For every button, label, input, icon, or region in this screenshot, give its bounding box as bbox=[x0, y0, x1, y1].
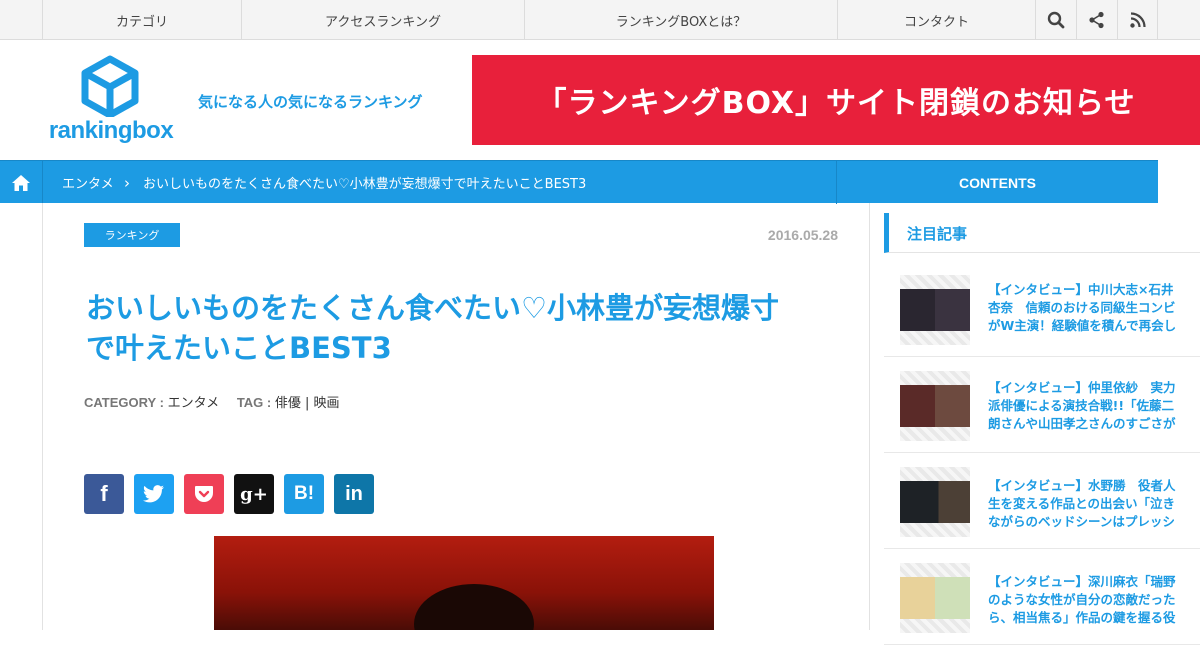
site-logo[interactable]: rankingbox bbox=[46, 55, 176, 151]
sidebar-article-title[interactable]: 【インタビュー】深川麻衣「瑞野 のような女性が自分の恋敵だった ら、相当焦る」作… bbox=[988, 573, 1188, 627]
hatena-icon: B! bbox=[293, 483, 315, 504]
photo-subject bbox=[414, 584, 534, 630]
search-icon[interactable] bbox=[1035, 0, 1076, 40]
article-title-line: で叶えたいことBEST3 bbox=[86, 331, 392, 365]
contents-button[interactable]: CONTENTS bbox=[836, 161, 1158, 204]
sidebar-article[interactable]: 【インタビュー】水野勝 役者人 生を変える作品との出会い「泣き ながらのベッドシ… bbox=[884, 453, 1200, 549]
sidebar-heading: 注目記事 bbox=[884, 213, 1200, 253]
sidebar-article-title[interactable]: 【インタビュー】水野勝 役者人 生を変える作品との出会い「泣き ながらのベッドシ… bbox=[988, 477, 1188, 531]
breadcrumb-current: おいしいものをたくさん食べたい♡小林豊が妄想爆寸で叶えたいことBEST3 bbox=[143, 161, 586, 204]
title-line: 派俳優による演技合戦!!「佐藤二 bbox=[988, 398, 1175, 413]
box-logo-icon bbox=[81, 55, 139, 119]
breadcrumb-category[interactable]: エンタメ bbox=[62, 161, 114, 204]
title-line: 生を変える作品との出会い「泣き bbox=[988, 496, 1176, 511]
rss-icon[interactable] bbox=[1117, 0, 1158, 40]
tag-label: TAG : bbox=[236, 395, 272, 410]
banner-text: 「ランキングBOX」サイト閉鎖のお知らせ bbox=[536, 86, 1136, 121]
site-header: rankingbox 気になる人の気になるランキング 「ランキングBOX」サイト… bbox=[0, 41, 1200, 160]
title-line: ら、相当焦る」作品の鍵を握る役 bbox=[988, 610, 1176, 625]
facebook-icon: f bbox=[100, 481, 108, 506]
sidebar-article[interactable]: 【インタビュー】仲里依紗 実力 派俳優による演技合戦!!「佐藤二 朗さんや山田孝… bbox=[884, 357, 1200, 453]
logo-wordmark: rankingbox bbox=[48, 117, 174, 144]
pocket-share-button[interactable]: p bbox=[184, 474, 224, 514]
article-thumbnail[interactable] bbox=[900, 467, 970, 537]
closure-notice-banner[interactable]: 「ランキングBOX」サイト閉鎖のお知らせ bbox=[472, 55, 1200, 145]
nav-item-access-ranking[interactable]: アクセスランキング bbox=[241, 0, 524, 40]
linkedin-icon: in bbox=[345, 482, 363, 505]
nav-label: コンタクト bbox=[903, 14, 969, 30]
article-main-image bbox=[214, 536, 714, 630]
site-tagline: 気になる人の気になるランキング bbox=[198, 93, 423, 111]
sidebar-heading-text: 注目記事 bbox=[907, 225, 968, 243]
category-badge[interactable]: ランキング bbox=[84, 223, 180, 247]
badge-label: ランキング bbox=[104, 229, 160, 242]
share-icon[interactable] bbox=[1076, 0, 1117, 40]
hatena-bookmark-button[interactable]: B! bbox=[284, 474, 324, 514]
twitter-icon bbox=[143, 485, 164, 503]
sidebar-article-title[interactable]: 【インタビュー】中川大志×石井 杏奈 信頼のおける同級生コンビ がW主演！経験値… bbox=[988, 281, 1188, 335]
divider bbox=[42, 203, 43, 630]
article-thumbnail[interactable] bbox=[900, 563, 970, 633]
title-line: 【インタビュー】中川大志×石井 bbox=[988, 282, 1174, 297]
contents-label: CONTENTS bbox=[959, 174, 1036, 191]
nav-item-category[interactable]: カテゴリ bbox=[42, 0, 241, 40]
google-plus-icon: g+ bbox=[240, 483, 268, 505]
twitter-share-button[interactable]: t bbox=[134, 474, 174, 514]
article-title-line: おいしいものをたくさん食べたい♡小林豊が妄想爆寸 bbox=[86, 291, 779, 325]
divider bbox=[869, 203, 870, 630]
title-line: ながらのベッドシーンはプレッシ bbox=[988, 514, 1175, 529]
breadcrumb-separator: › bbox=[124, 173, 130, 192]
linkedin-share-button[interactable]: in bbox=[334, 474, 374, 514]
post-date: 2016.05.28 bbox=[767, 227, 838, 243]
chevron-right-icon: › bbox=[124, 161, 130, 204]
title-line: 杏奈 信頼のおける同級生コンビ bbox=[988, 300, 1176, 315]
home-icon[interactable] bbox=[0, 161, 43, 204]
article-thumbnail[interactable] bbox=[900, 275, 970, 345]
title-line: 【インタビュー】深川麻衣「瑞野 bbox=[988, 574, 1176, 589]
breadcrumb-current-label: おいしいものをたくさん食べたい♡小林豊が妄想爆寸で叶えたいことBEST3 bbox=[143, 177, 587, 192]
breadcrumb-bar: エンタメ › おいしいものをたくさん食べたい♡小林豊が妄想爆寸で叶えたいことBE… bbox=[0, 160, 1158, 204]
pocket-icon bbox=[195, 486, 213, 502]
article-title: おいしいものをたくさん食べたい♡小林豊が妄想爆寸 で叶えたいことBEST3 bbox=[86, 288, 836, 368]
nav-label: アクセスランキング bbox=[325, 14, 441, 30]
top-nav: カテゴリ アクセスランキング ランキングBOXとは？ コンタクト bbox=[0, 0, 1200, 40]
sidebar-article[interactable]: 【インタビュー】中川大志×石井 杏奈 信頼のおける同級生コンビ がW主演！経験値… bbox=[884, 261, 1200, 357]
facebook-share-button[interactable]: f bbox=[84, 474, 124, 514]
article-meta: CATEGORY : エンタメ TAG : 俳優 | 映画 bbox=[84, 392, 340, 411]
nav-item-about[interactable]: ランキングBOXとは？ bbox=[524, 0, 837, 40]
title-line: 【インタビュー】仲里依紗 実力 bbox=[988, 380, 1176, 395]
nav-label: ランキングBOXとは？ bbox=[615, 14, 747, 30]
sidebar-article[interactable]: 【インタビュー】深川麻衣「瑞野 のような女性が自分の恋敵だった ら、相当焦る」作… bbox=[884, 549, 1200, 645]
article-thumbnail[interactable] bbox=[900, 371, 970, 441]
nav-item-contact[interactable]: コンタクト bbox=[837, 0, 1035, 40]
nav-label: カテゴリ bbox=[115, 14, 168, 30]
title-line: がW主演！経験値を積んで再会し bbox=[988, 318, 1177, 333]
sidebar-article-title[interactable]: 【インタビュー】仲里依紗 実力 派俳優による演技合戦!!「佐藤二 朗さんや山田孝… bbox=[988, 379, 1188, 433]
tag-links[interactable]: 俳優 | 映画 bbox=[275, 396, 340, 411]
title-line: 朗さんや山田孝之さんのすごさが bbox=[988, 416, 1176, 431]
title-line: のような女性が自分の恋敵だった bbox=[988, 592, 1176, 607]
category-label: CATEGORY : bbox=[84, 395, 164, 410]
category-link[interactable]: エンタメ bbox=[168, 396, 220, 411]
breadcrumb-category-label: エンタメ bbox=[62, 177, 114, 192]
title-line: 【インタビュー】水野勝 役者人 bbox=[988, 478, 1176, 493]
google-plus-share-button[interactable]: g+ bbox=[234, 474, 274, 514]
